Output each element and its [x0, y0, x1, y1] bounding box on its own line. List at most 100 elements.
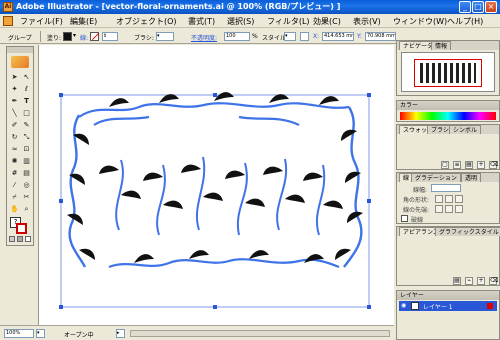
opacity-input[interactable]: 100 — [224, 32, 250, 41]
divider — [40, 31, 41, 42]
color-spectrum[interactable] — [400, 112, 496, 120]
graphic-style-library-icon[interactable]: ▤ — [453, 277, 461, 285]
menu-view[interactable]: 表示(V) — [353, 16, 381, 27]
swatch-new-icon[interactable]: + — [477, 161, 485, 169]
menu-edit[interactable]: 編集(E) — [70, 16, 97, 27]
magic-wand-tool-icon[interactable]: ✦ — [9, 84, 20, 94]
layer-color-icon — [487, 303, 493, 309]
navigator-panel: ナビゲータ 情報 — [396, 40, 500, 96]
menu-type[interactable]: 書式(T) — [188, 16, 215, 27]
stroke-tabs: 線 グラデーション 透明 — [397, 173, 499, 182]
horizontal-scrollbar[interactable] — [130, 330, 390, 337]
break-link-icon[interactable]: ⌁ — [465, 277, 473, 285]
maximize-icon[interactable]: □ — [472, 1, 484, 13]
tab-graphic-styles[interactable]: グラフィックスタイル — [435, 227, 500, 236]
menu-help[interactable]: ヘルプ(H) — [447, 16, 483, 27]
opacity-label[interactable]: 不透明度: — [191, 33, 217, 42]
zoom-tool-icon[interactable]: ⌕ — [21, 204, 32, 214]
dashed-line-checkbox[interactable] — [401, 215, 408, 222]
swatches-tabs: スウォッチ ブラシ シンボル — [397, 125, 499, 134]
chevron-down-icon[interactable]: ▾ — [73, 32, 76, 39]
lasso-tool-icon[interactable]: ℓ — [21, 84, 32, 94]
tab-symbols[interactable]: シンボル — [449, 125, 482, 134]
layers-panel-title[interactable]: レイヤー — [397, 291, 499, 300]
x-position-input[interactable]: 414.653 mm — [322, 32, 354, 41]
stroke-width-label: 線幅: — [413, 187, 428, 194]
floral-ornament-artwork[interactable] — [39, 45, 395, 325]
pencil-tool-icon[interactable]: ✎ — [21, 120, 32, 130]
color-panel-title[interactable]: カラー — [397, 101, 499, 110]
tab-transparency[interactable]: 透明 — [461, 173, 482, 182]
new-swatch-icon[interactable]: ▢ — [441, 161, 449, 169]
warp-tool-icon[interactable]: ≈ — [9, 144, 20, 154]
menu-effect[interactable]: 効果(C) — [313, 16, 341, 27]
butt-cap-icon[interactable] — [435, 195, 443, 203]
layer-name[interactable]: レイヤー 1 — [423, 302, 453, 311]
minimize-icon[interactable]: _ — [459, 1, 471, 13]
illustrator-app-icon[interactable]: Ai — [3, 2, 13, 12]
scissors-tool-icon[interactable]: ✂ — [21, 192, 32, 202]
menu-window[interactable]: ウィンドウ(W) — [393, 16, 447, 27]
free-transform-tool-icon[interactable]: ⊡ — [21, 144, 32, 154]
symbol-sprayer-tool-icon[interactable]: ✺ — [9, 156, 20, 166]
color-mode-icon[interactable] — [9, 236, 15, 242]
new-graphic-style-icon[interactable]: + — [477, 277, 485, 285]
graphic-style-dropdown[interactable]: ▾ — [284, 32, 296, 41]
document-icon[interactable] — [3, 16, 13, 26]
tab-gradient[interactable]: グラデーション — [411, 173, 461, 182]
stroke-weight-stepper[interactable]: ⇕ — [102, 32, 118, 41]
brush-dropdown[interactable]: ▾ — [156, 32, 174, 41]
round-cap-icon[interactable] — [445, 195, 453, 203]
mesh-tool-icon[interactable]: # — [9, 168, 20, 178]
delete-style-icon[interactable]: ⌫ — [489, 277, 498, 285]
hand-tool-icon[interactable]: ✋ — [9, 204, 20, 214]
adobe-logo-icon[interactable] — [11, 56, 29, 68]
round-join-icon[interactable] — [445, 205, 453, 213]
graph-tool-icon[interactable]: ▥ — [21, 156, 32, 166]
title-bar[interactable]: Ai Adobe Illustrator - [vector-floral-or… — [0, 0, 500, 14]
zoom-level-field[interactable]: 100% — [4, 329, 34, 338]
menu-filter[interactable]: フィルタ(L) — [267, 16, 310, 27]
appearance-tabs: アピアランス グラフィックスタイル — [397, 227, 500, 236]
none-mode-icon[interactable] — [25, 236, 31, 242]
navigator-thumbnail[interactable] — [401, 52, 495, 92]
blend-tool-icon[interactable]: ◎ — [21, 180, 32, 190]
paintbrush-tool-icon[interactable]: ✐ — [9, 120, 20, 130]
tab-info[interactable]: 情報 — [431, 41, 452, 50]
swatch-library-icon[interactable]: ▤ — [465, 161, 473, 169]
menu-object[interactable]: オブジェクト(O) — [116, 16, 177, 27]
gradient-mode-icon[interactable] — [17, 236, 23, 242]
slice-tool-icon[interactable]: ⌿ — [9, 192, 20, 202]
close-icon[interactable]: × — [485, 1, 497, 13]
rectangle-tool-icon[interactable]: □ — [21, 108, 32, 118]
trash-icon[interactable]: ⌫ — [489, 161, 498, 169]
visibility-eye-icon[interactable]: ◉ — [401, 302, 406, 309]
miter-join-icon[interactable] — [435, 205, 443, 213]
scale-tool-icon[interactable]: ⤡ — [21, 132, 32, 142]
eyedropper-tool-icon[interactable]: ⁄ — [9, 180, 20, 190]
layer-row[interactable]: ◉ レイヤー 1 — [399, 301, 497, 311]
artboard-canvas[interactable] — [38, 45, 394, 325]
status-menu-arrow[interactable]: ▸ — [116, 329, 125, 338]
line-tool-icon[interactable]: ╲ — [9, 108, 20, 118]
reference-point-icon[interactable] — [300, 32, 309, 41]
gradient-tool-icon[interactable]: ▤ — [21, 168, 32, 178]
stroke-color-icon[interactable] — [16, 223, 27, 234]
toolbox-grip[interactable] — [7, 47, 33, 53]
fill-swatch[interactable] — [63, 32, 72, 41]
menu-file[interactable]: ファイル(F) — [20, 16, 63, 27]
y-position-input[interactable]: 70.908 mm — [365, 32, 396, 41]
menu-select[interactable]: 選択(S) — [227, 16, 254, 27]
rotate-tool-icon[interactable]: ↻ — [9, 132, 20, 142]
bevel-join-icon[interactable] — [455, 205, 463, 213]
square-cap-icon[interactable] — [455, 195, 463, 203]
stroke-label[interactable]: 線: — [80, 33, 88, 42]
stroke-swatch[interactable] — [90, 32, 100, 41]
pen-tool-icon[interactable]: ✒ — [9, 96, 20, 106]
swatch-options-icon[interactable]: ≡ — [453, 161, 461, 169]
zoom-dropdown[interactable]: ▾ — [36, 329, 45, 338]
selection-tool-icon[interactable]: ➤ — [9, 72, 20, 82]
type-tool-icon[interactable]: T — [21, 96, 32, 106]
direct-selection-tool-icon[interactable]: ↖ — [21, 72, 32, 82]
stroke-width-input[interactable] — [431, 184, 461, 192]
